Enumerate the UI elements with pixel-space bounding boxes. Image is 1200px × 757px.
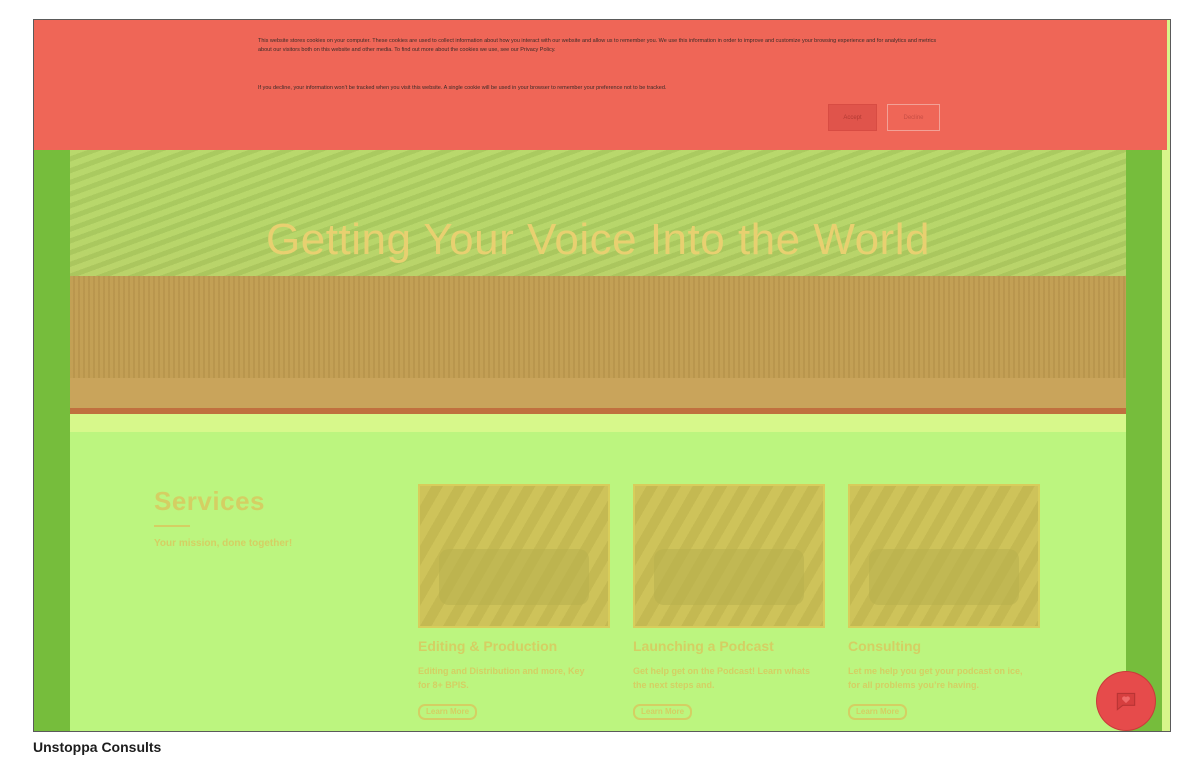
service-card-launching[interactable]: Launching a Podcast Get help get on the … <box>633 484 825 720</box>
decline-button[interactable]: Decline <box>887 104 940 131</box>
services-subtitle: Your mission, done together! <box>154 538 293 549</box>
hero-image-forest <box>70 276 1126 378</box>
accept-button[interactable]: Accept <box>828 104 877 131</box>
service-image-launching <box>633 484 825 628</box>
image-object <box>868 549 1020 605</box>
cookie-text: This website stores cookies on your comp… <box>258 38 937 53</box>
services-section: Services Your mission, done together! Ed… <box>70 432 1126 731</box>
services-title: Services <box>154 486 265 516</box>
learn-more-button[interactable]: Learn More <box>418 704 478 720</box>
hero-section: Getting Your Voice Into the World <box>70 150 1126 432</box>
hero-title: Getting Your Voice Into the World <box>266 215 930 264</box>
service-description: Let me help you get your podcast on ice,… <box>848 666 1023 690</box>
service-card-consulting[interactable]: Consulting Let me help you get your podc… <box>848 484 1040 720</box>
service-title[interactable]: Consulting <box>848 638 1040 654</box>
hero-image-ground <box>70 378 1126 408</box>
chat-heart-icon <box>1116 692 1136 711</box>
image-object <box>438 549 590 605</box>
image-object <box>653 549 805 605</box>
cookie-text-secondary: If you decline, your information won’t b… <box>258 85 667 91</box>
service-title[interactable]: Launching a Podcast <box>633 638 825 654</box>
learn-more-button[interactable]: Learn More <box>633 704 693 720</box>
learn-more-button[interactable]: Learn More <box>848 704 908 720</box>
page-caption: Unstoppa Consults <box>33 739 162 755</box>
hero-bottom-edge <box>70 414 1126 432</box>
chat-widget-button[interactable] <box>1097 672 1155 730</box>
services-underline <box>154 525 190 527</box>
cookie-banner: This website stores cookies on your comp… <box>34 20 1167 150</box>
service-title[interactable]: Editing & Production <box>418 638 610 654</box>
service-image-consulting <box>848 484 1040 628</box>
service-image-editing <box>418 484 610 628</box>
service-card-editing[interactable]: Editing & Production Editing and Distrib… <box>418 484 610 720</box>
browser-viewport: This website stores cookies on your comp… <box>33 19 1171 732</box>
service-description: Get help get on the Podcast! Learn whats… <box>633 666 811 690</box>
service-description: Editing and Distribution and more, Key f… <box>418 666 585 690</box>
